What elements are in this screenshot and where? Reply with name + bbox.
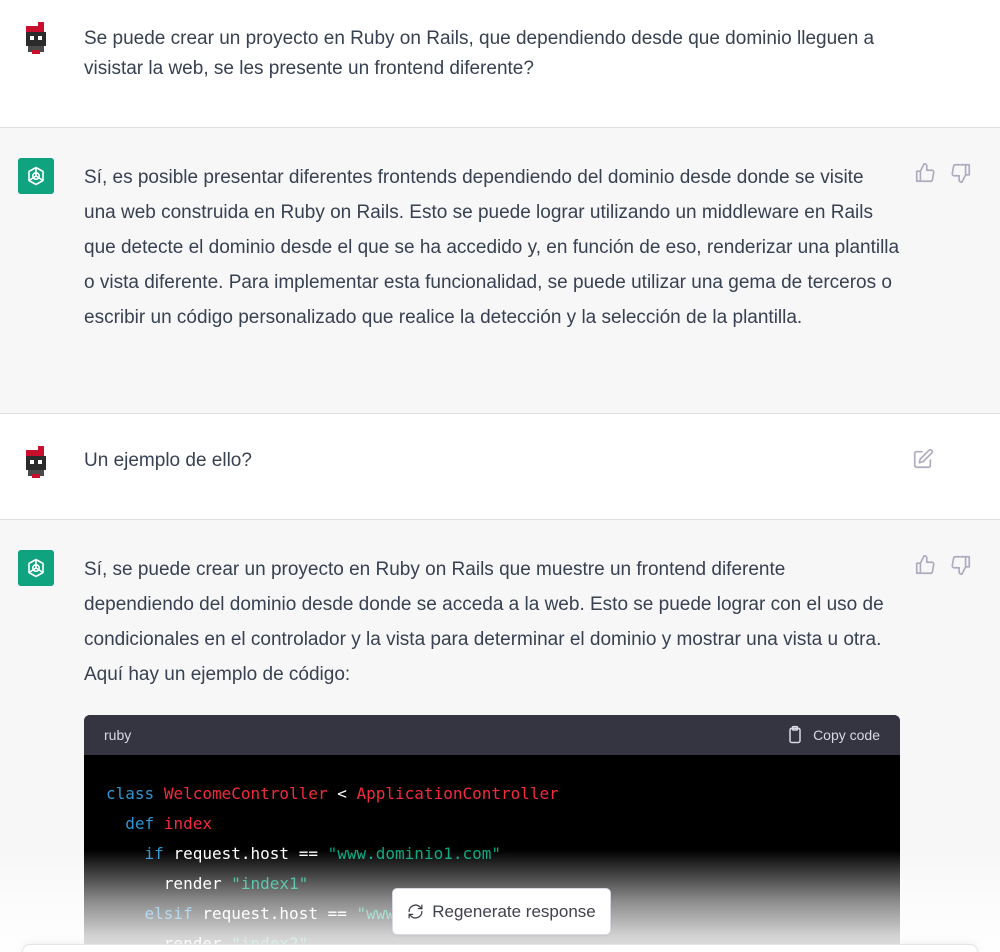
thumbs-down-icon[interactable]	[950, 162, 972, 184]
user-message-row-1: Se puede crear un proyecto en Ruby on Ra…	[0, 0, 1000, 128]
code-header: ruby Copy code	[84, 715, 900, 755]
thumbs-up-icon[interactable]	[914, 162, 936, 184]
refresh-icon	[408, 904, 423, 919]
user-message-row-2: Un ejemplo de ello?	[0, 414, 1000, 520]
assistant-message-row-1: Sí, es posible presentar diferentes fron…	[0, 128, 1000, 414]
openai-logo-icon	[18, 550, 54, 586]
copy-code-button[interactable]: Copy code	[785, 725, 880, 745]
edit-icon[interactable]	[912, 448, 934, 470]
feedback-actions	[914, 162, 972, 184]
thumbs-down-icon[interactable]	[950, 554, 972, 576]
assistant-message-text: Sí, es posible presentar diferentes fron…	[84, 167, 900, 328]
code-line: if request.host == "www.dominio1.com"	[144, 844, 501, 863]
message-input[interactable]	[22, 944, 978, 952]
code-line: def index	[125, 814, 212, 833]
user-message-text: Se puede crear un proyecto en Ruby on Ra…	[84, 28, 875, 79]
thumbs-up-icon[interactable]	[914, 554, 936, 576]
openai-logo-icon	[18, 158, 54, 194]
code-language-label: ruby	[104, 727, 132, 743]
edit-actions	[912, 448, 934, 470]
regenerate-response-button[interactable]: Regenerate response	[392, 888, 611, 935]
regenerate-label: Regenerate response	[432, 901, 596, 921]
assistant-message-text: Sí, se puede crear un proyecto en Ruby o…	[84, 559, 884, 685]
user-message-text: Un ejemplo de ello?	[84, 450, 252, 471]
feedback-actions	[914, 554, 972, 576]
user-avatar	[18, 20, 54, 56]
copy-code-label: Copy code	[813, 727, 880, 743]
user-avatar	[18, 444, 54, 480]
clipboard-icon	[789, 725, 801, 744]
code-line: class WelcomeController < ApplicationCon…	[106, 784, 559, 803]
